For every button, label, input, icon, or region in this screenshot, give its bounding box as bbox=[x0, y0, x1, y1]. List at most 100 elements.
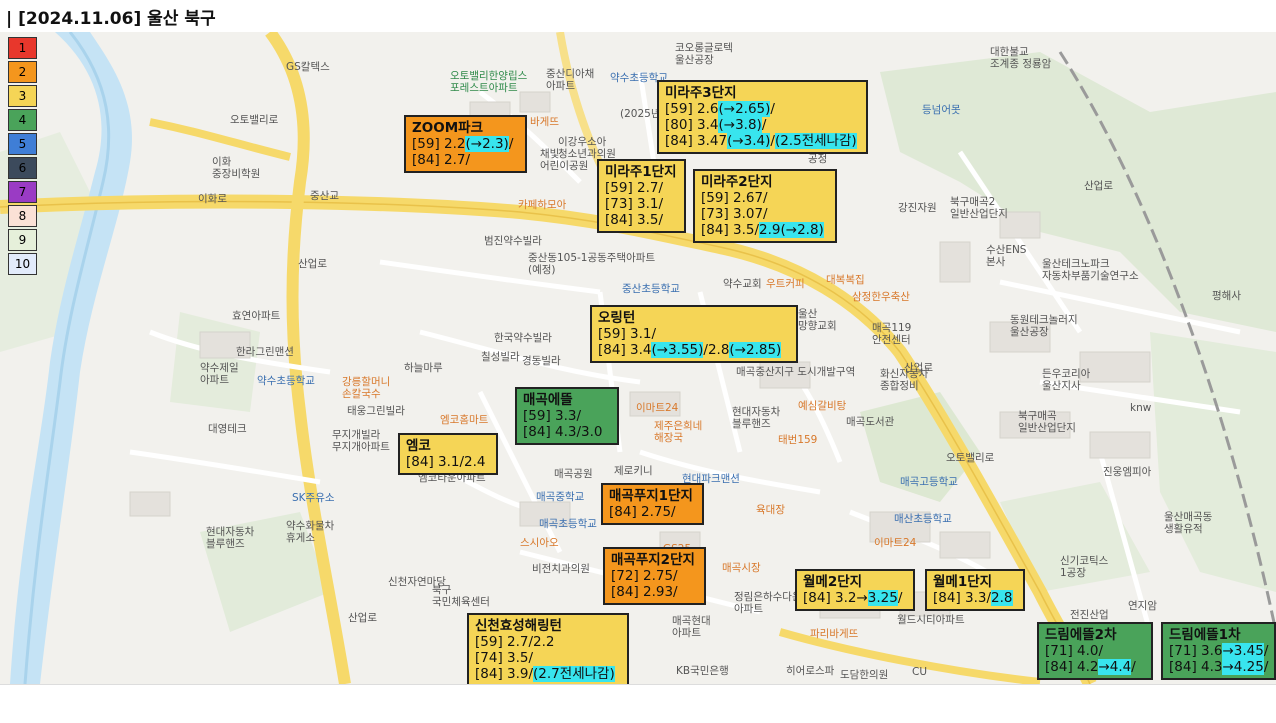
poi-label[interactable]: 히어로스파 bbox=[786, 665, 834, 677]
poi-label[interactable]: 오토밸리로 bbox=[230, 114, 278, 126]
poi-label[interactable]: 약수초등학교 bbox=[257, 375, 315, 387]
poi-label[interactable]: 효연아파트 bbox=[232, 310, 280, 322]
poi-label[interactable]: 범진약수빌라 bbox=[484, 235, 542, 247]
poi-label[interactable]: SK주유소 bbox=[292, 492, 335, 504]
complex-label-zoom[interactable]: ZOOM파크 [59] 2.2(→2.3)/[84] 2.7/ bbox=[404, 115, 527, 173]
poi-label[interactable]: 매곡시장 bbox=[722, 562, 761, 574]
poi-label[interactable]: 대복복집 bbox=[826, 274, 865, 286]
poi-label[interactable]: 전진산업 bbox=[1070, 609, 1109, 621]
poi-label[interactable]: 태웅그린빌라 bbox=[347, 405, 405, 417]
poi-label[interactable]: 북구 국민체육센터 bbox=[432, 584, 490, 608]
poi-label[interactable]: 매곡고등학교 bbox=[900, 476, 958, 488]
poi-label[interactable]: 경동빌라 bbox=[522, 355, 561, 367]
poi-label[interactable]: 약수제일 아파트 bbox=[200, 362, 239, 386]
poi-label[interactable]: knw bbox=[1130, 402, 1151, 414]
poi-label[interactable]: 파리바게뜨 bbox=[810, 628, 858, 640]
complex-label-mirae2[interactable]: 미라주2단지 [59] 2.67/[73] 3.07/[84] 3.5/2.9(→… bbox=[693, 169, 837, 243]
complex-label-emko[interactable]: 엠코 [84] 3.1/2.4 bbox=[398, 433, 498, 475]
poi-label[interactable]: 제로키니 bbox=[614, 465, 653, 477]
poi-label[interactable]: 매곡도서관 bbox=[846, 416, 894, 428]
poi-label[interactable]: 비전치과의원 bbox=[532, 563, 590, 575]
poi-label[interactable]: 오토밸리한양립스 포레스트아파트 bbox=[450, 70, 527, 94]
complex-label-dream2[interactable]: 드림에뜰2차 [71] 4.0/[84] 4.2→4.4/ bbox=[1037, 622, 1153, 680]
poi-label[interactable]: 제주은희네 해장국 bbox=[654, 420, 702, 444]
poi-label[interactable]: 카페하모아 bbox=[518, 199, 566, 211]
poi-label[interactable]: 오토밸리로 bbox=[946, 452, 994, 464]
poi-label[interactable]: 육대장 bbox=[756, 504, 785, 516]
poi-label[interactable]: 정림은하수다운 아파트 bbox=[734, 591, 802, 615]
poi-label[interactable]: 채빛 어린이공원 bbox=[540, 148, 588, 172]
poi-label[interactable]: 우트커피 bbox=[766, 278, 805, 290]
poi-label[interactable]: 현대자동차 블루핸즈 bbox=[206, 526, 254, 550]
poi-label[interactable]: 수산ENS 본사 bbox=[986, 244, 1026, 268]
poi-label[interactable]: 산업로 bbox=[904, 362, 933, 374]
poi-label[interactable]: 연지암 bbox=[1128, 600, 1157, 612]
poi-label[interactable]: 중산초등학교 bbox=[622, 283, 680, 295]
poi-label[interactable]: 약수교회 bbox=[723, 278, 762, 290]
poi-label[interactable]: 매곡공원 bbox=[554, 468, 593, 480]
poi-label[interactable]: 중산동105-1공동주택아파트 (예정) bbox=[528, 252, 655, 276]
poi-label[interactable]: 신기코틱스 1공장 bbox=[1060, 555, 1108, 579]
poi-label[interactable]: CU bbox=[912, 666, 927, 678]
poi-label[interactable]: 이화로 bbox=[198, 193, 227, 205]
poi-label[interactable]: 바게뜨 bbox=[530, 116, 559, 128]
poi-label[interactable]: 공정 bbox=[808, 153, 827, 165]
complex-label-hyosung[interactable]: 신천효성해링턴 [59] 2.7/2.2 [74] 3.5/[84] 3.9/(2.… bbox=[467, 613, 629, 684]
poi-label[interactable]: 매곡현대 아파트 bbox=[672, 615, 711, 639]
poi-label[interactable]: 북구매곡2 일반산업단지 bbox=[950, 196, 1008, 220]
poi-label[interactable]: 동원테크놀러지 울산공장 bbox=[1010, 314, 1078, 338]
poi-label[interactable]: 든우코리아 울산지사 bbox=[1042, 368, 1090, 392]
poi-label[interactable]: 진웅엠피아 bbox=[1103, 466, 1151, 478]
poi-label[interactable]: 칠성빌라 bbox=[481, 351, 520, 363]
poi-label[interactable]: 예심갈비탕 bbox=[798, 400, 846, 412]
poi-label[interactable]: 매곡중산지구 도시개발구역 bbox=[736, 366, 855, 378]
poi-label[interactable]: 이마트24 bbox=[636, 402, 678, 414]
poi-label[interactable]: 중산교 bbox=[310, 190, 339, 202]
complex-label-wolme2[interactable]: 월메2단지 [84] 3.2→3.25/ bbox=[795, 569, 915, 611]
poi-label[interactable]: 태번159 bbox=[778, 434, 817, 446]
poi-label[interactable]: 중산디아채 아파트 bbox=[546, 68, 594, 92]
complex-label-mirae3[interactable]: 미라주3단지 [59] 2.6(→2.65)/[80] 3.4(→3.8)/[84… bbox=[657, 80, 868, 154]
poi-label[interactable]: 이화 중장비학원 bbox=[212, 156, 260, 180]
poi-label[interactable]: 도담한의원 bbox=[840, 669, 888, 681]
poi-label[interactable]: 무지개빌라 무지개아파트 bbox=[332, 429, 390, 453]
poi-label[interactable]: 등넘어못 bbox=[922, 104, 961, 116]
poi-label[interactable]: 이마트24 bbox=[874, 537, 916, 549]
poi-label[interactable]: 하늘마루 bbox=[404, 362, 443, 374]
poi-label[interactable]: 대영테크 bbox=[208, 423, 247, 435]
poi-label[interactable]: 대한불교 조계종 정룡암 bbox=[990, 46, 1051, 70]
poi-label[interactable]: 삼정한우축산 bbox=[852, 291, 910, 303]
poi-label[interactable]: 약수화물차 휴게소 bbox=[286, 520, 334, 544]
poi-label[interactable]: 월드시티아파트 bbox=[897, 614, 965, 626]
poi-label[interactable]: 강릉할머니 손칼국수 bbox=[342, 376, 390, 400]
poi-label[interactable]: 산업로 bbox=[298, 258, 327, 270]
poi-label[interactable]: 한국약수빌라 bbox=[494, 332, 552, 344]
poi-label[interactable]: 한라그린맨션 bbox=[236, 346, 294, 358]
complex-label-wolme1[interactable]: 월메1단지 [84] 3.3/2.8 bbox=[925, 569, 1025, 611]
poi-label[interactable]: 매곡초등학교 bbox=[539, 518, 597, 530]
poi-label[interactable]: 엠코홈마트 bbox=[440, 414, 488, 426]
complex-label-orington[interactable]: 오링턴 [59] 3.1/[84] 3.4(→3.55)/2.8(→2.85) bbox=[590, 305, 798, 363]
poi-label[interactable]: 울산매곡동 생활유적 bbox=[1164, 511, 1212, 535]
poi-label[interactable]: 울산 망향교회 bbox=[798, 308, 837, 332]
poi-label[interactable]: 매산초등학교 bbox=[894, 513, 952, 525]
poi-label[interactable]: 산업로 bbox=[348, 612, 377, 624]
poi-label[interactable]: 현대자동차 블루핸즈 bbox=[732, 406, 780, 430]
poi-label[interactable]: 매곡119 안전센터 bbox=[872, 322, 911, 346]
poi-label[interactable]: KB국민은행 bbox=[676, 665, 729, 677]
poi-label[interactable]: GS칼텍스 bbox=[286, 61, 330, 73]
complex-label-mirae1[interactable]: 미라주1단지 [59] 2.7/[73] 3.1/[84] 3.5/ bbox=[597, 159, 686, 233]
poi-label[interactable]: 북구매곡 일반산업단지 bbox=[1018, 410, 1076, 434]
poi-label[interactable]: 산업로 bbox=[1084, 180, 1113, 192]
complex-label-dream1[interactable]: 드림에뜰1차 [71] 3.6→3.45/[84] 4.3→4.25/ bbox=[1161, 622, 1276, 680]
complex-label-puji1[interactable]: 매곡푸지1단지 [84] 2.75/ bbox=[601, 483, 704, 525]
map-canvas[interactable]: 코오롱글로텍 울산공장 오토밸리한양립스 포레스트아파트 중산디아채 아파트 약수초등… bbox=[0, 32, 1276, 684]
poi-label[interactable]: 매곡중학교 bbox=[536, 491, 584, 503]
poi-label[interactable]: (2025년 bbox=[620, 108, 660, 120]
complex-label-puji2[interactable]: 매곡푸지2단지 [72] 2.75/[84] 2.93/ bbox=[603, 547, 706, 605]
poi-label[interactable]: 평해사 bbox=[1212, 290, 1241, 302]
poi-label[interactable]: 울산테크노파크 자동차부품기술연구소 bbox=[1042, 258, 1139, 282]
poi-label[interactable]: 강진자원 bbox=[898, 202, 937, 214]
poi-label[interactable]: 코오롱글로텍 울산공장 bbox=[675, 42, 733, 66]
poi-label[interactable]: 스시아오 bbox=[520, 537, 559, 549]
